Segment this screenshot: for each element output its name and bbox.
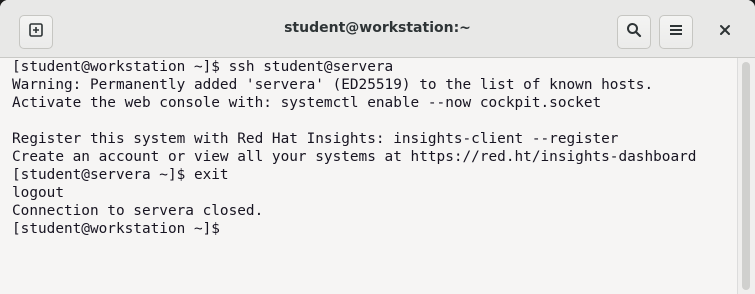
terminal-line: Register this system with Red Hat Insigh… bbox=[12, 131, 619, 147]
scrollbar-thumb[interactable] bbox=[742, 62, 750, 290]
search-icon bbox=[626, 22, 642, 43]
prompt-text: [student@workstation ~]$ bbox=[12, 221, 229, 237]
menu-button[interactable] bbox=[659, 15, 693, 49]
terminal-output[interactable]: [student@workstation ~]$ ssh student@ser… bbox=[0, 58, 737, 294]
terminal-window: student@workstation:~ [student@workstati… bbox=[0, 0, 755, 294]
title-bar[interactable]: student@workstation:~ bbox=[0, 0, 755, 58]
terminal-line: Warning: Permanently added 'servera' (ED… bbox=[12, 77, 654, 93]
close-button[interactable] bbox=[708, 15, 742, 49]
new-tab-icon bbox=[28, 22, 44, 43]
terminal-line: logout bbox=[12, 185, 64, 201]
search-button[interactable] bbox=[617, 15, 651, 49]
hamburger-menu-icon bbox=[669, 23, 683, 42]
terminal-line: [student@workstation ~]$ ssh student@ser… bbox=[12, 59, 394, 75]
terminal-line: Activate the web console with: systemctl… bbox=[12, 95, 602, 111]
terminal-line: Create an account or view all your syste… bbox=[12, 149, 697, 165]
text-cursor bbox=[229, 220, 238, 236]
terminal-line: Connection to servera closed. bbox=[12, 203, 264, 219]
new-tab-button[interactable] bbox=[19, 15, 53, 49]
terminal-prompt-line: [student@workstation ~]$ bbox=[12, 220, 737, 238]
vertical-scrollbar[interactable] bbox=[737, 58, 755, 294]
terminal-line: [student@servera ~]$ exit bbox=[12, 167, 229, 183]
close-icon bbox=[719, 23, 731, 41]
